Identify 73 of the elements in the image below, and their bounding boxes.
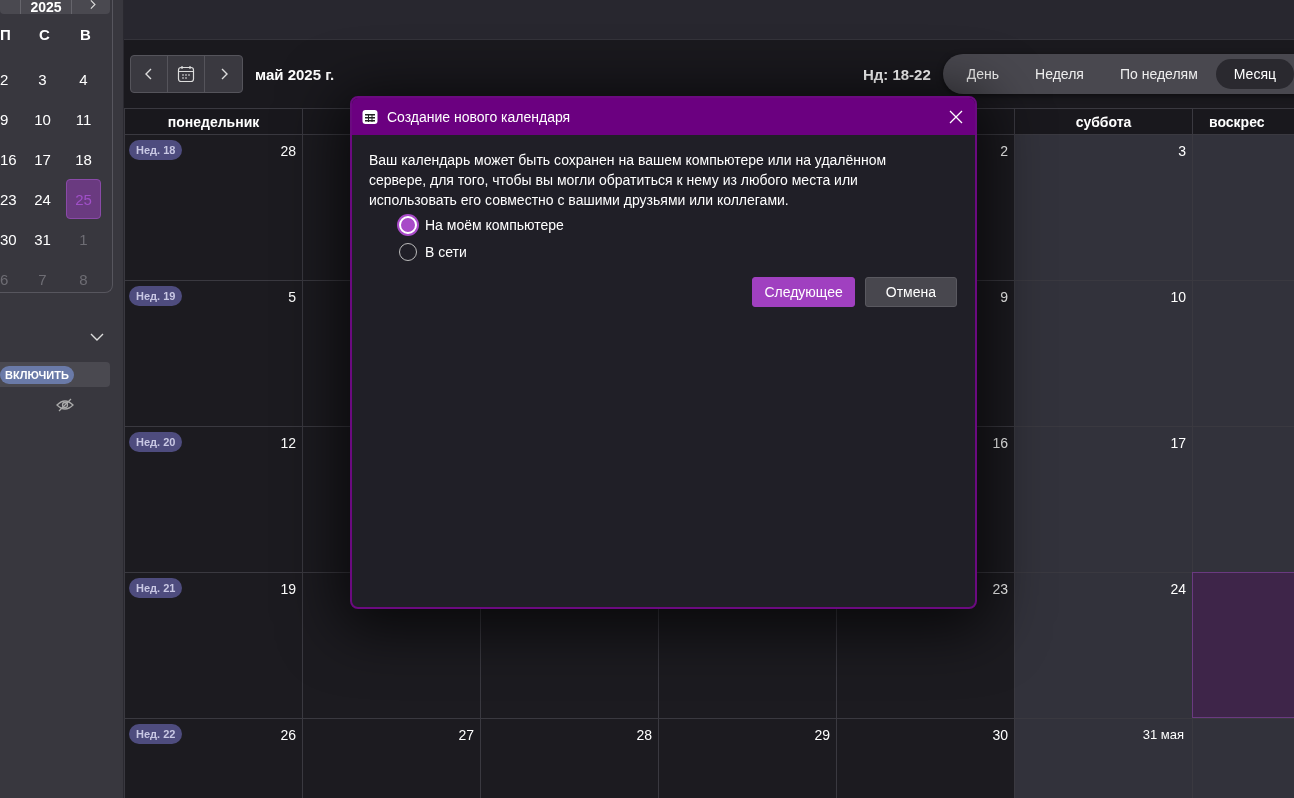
day-number: 19 [280,580,296,597]
day-number: 9 [1000,288,1008,305]
day-cell[interactable]: Нед. 21 19 [124,572,302,718]
mini-calendar-day[interactable]: 11 [66,99,101,139]
mini-calendar-day[interactable]: 2 [0,59,24,99]
next-button[interactable]: Следующее [752,277,855,307]
day-number: 24 [1170,580,1186,597]
week-badge: Нед. 22 [129,724,183,744]
view-tab[interactable]: По неделям [1101,59,1216,89]
mini-calendar-day[interactable]: 18 [66,139,101,179]
day-cell[interactable]: Нед. 20 12 [124,426,302,572]
weekday-label: С [38,24,51,45]
dialog-title: Создание нового календаря [387,108,571,125]
day-number: 16 [992,434,1008,451]
mini-calendar-day[interactable]: 23 [0,179,24,219]
day-cell[interactable]: 3 [1014,134,1192,280]
calendar-icon [362,108,378,125]
eye-slash-icon[interactable] [55,397,75,413]
day-number: 28 [636,726,652,743]
day-number: 5 [288,288,296,305]
day-number: 29 [814,726,830,743]
day-number: 17 [1170,434,1186,451]
cancel-button[interactable]: Отмена [864,277,957,307]
mini-calendar-day[interactable]: 10 [25,99,60,139]
day-number: 23 [992,580,1008,597]
day-cell[interactable]: 17 [1014,426,1192,572]
view-tab[interactable]: Неделя [1017,59,1102,89]
view-tab[interactable]: Месяц [1215,59,1294,89]
day-cell[interactable]: Нед. 18 28 [124,134,302,280]
radio-label: В сети [425,244,467,260]
radio-label: На моём компьютере [425,217,564,233]
day-number: 12 [280,434,296,451]
day-cell[interactable]: Нед. 19 5 [124,280,302,426]
mini-calendar-day[interactable]: 4 [66,59,101,99]
day-number: 10 [1170,288,1186,305]
week-badge: Нед. 19 [129,286,183,306]
day-cell[interactable]: 28 [480,718,658,798]
day-number: 27 [458,726,474,743]
weekday-label: В [79,24,92,45]
day-number: 26 [280,726,296,743]
weekday-label: П [0,24,12,45]
month-title: май 2025 г. [255,65,335,83]
week-range: Нд: 18-22 [862,65,931,83]
day-cell[interactable]: 31 мая [1014,718,1192,798]
day-cell[interactable]: 29 [658,718,836,798]
calendar-icon [177,65,195,83]
day-number: 3 [1178,142,1186,159]
day-number: 30 [992,726,1008,743]
mini-calendar-day[interactable]: 17 [25,139,60,179]
day-cell[interactable]: 30 [836,718,1014,798]
radio-option[interactable]: На моём компьютере [399,216,958,234]
day-number: 2 [1000,142,1008,159]
mini-calendar-day[interactable]: 3 [25,59,60,99]
day-number: 31 мая [1142,726,1185,742]
close-icon [949,109,963,124]
day-cell[interactable]: 24 [1014,572,1192,718]
week-badge: Нед. 20 [129,432,183,452]
dialog-description: Ваш календарь может быть сохранен на вашем компьютере или на удалённом сервере, для того, чтобы вы могли обратиться к нему из любого места или использовать его совместно с вашими друзьями или коллегами. [369,151,888,210]
day-number: 28 [280,142,296,159]
enable-button[interactable]: ВКЛЮЧИТЬ [0,365,74,384]
view-tab[interactable]: День [948,59,1018,89]
year-label[interactable]: 2025 [20,0,72,14]
mini-calendar-day[interactable]: 9 [0,99,24,139]
mini-calendar-day[interactable]: 31 [25,219,60,259]
day-cell[interactable]: 27 [302,718,480,798]
week-badge: Нед. 18 [129,140,183,160]
day-cell[interactable]: 10 [1014,280,1192,426]
mini-calendar-day[interactable]: 16 [0,139,24,179]
day-cell[interactable]: Нед. 22 26 [124,718,302,798]
mini-calendar-day[interactable]: 24 [25,179,60,219]
mini-calendar-day[interactable]: 30 [0,219,24,259]
radio-option[interactable]: В сети [399,243,958,261]
week-badge: Нед. 21 [129,578,183,598]
